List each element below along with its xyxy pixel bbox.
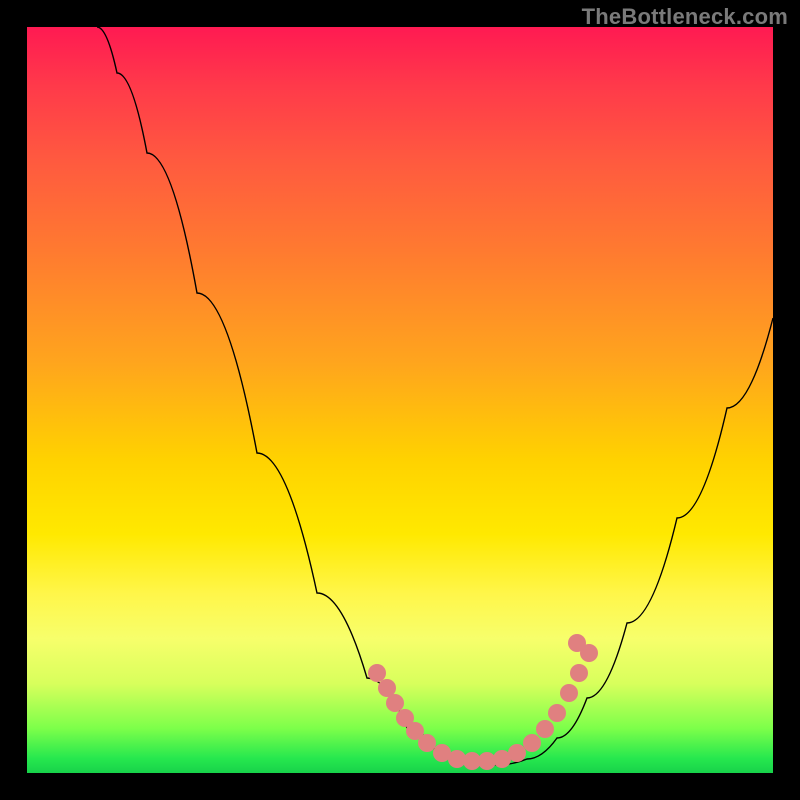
bottleneck-curve-svg bbox=[27, 27, 773, 773]
curve-marker bbox=[568, 634, 586, 652]
curve-marker bbox=[536, 720, 554, 738]
curve-marker bbox=[368, 664, 386, 682]
curve-marker bbox=[386, 694, 404, 712]
curve-marker bbox=[548, 704, 566, 722]
curve-marker bbox=[560, 684, 578, 702]
curve-marker bbox=[418, 734, 436, 752]
chart-frame: TheBottleneck.com bbox=[0, 0, 800, 800]
curve-marker bbox=[570, 664, 588, 682]
marker-group bbox=[368, 634, 598, 770]
bottleneck-curve-line bbox=[97, 27, 773, 765]
curve-marker bbox=[508, 744, 526, 762]
curve-marker bbox=[523, 734, 541, 752]
